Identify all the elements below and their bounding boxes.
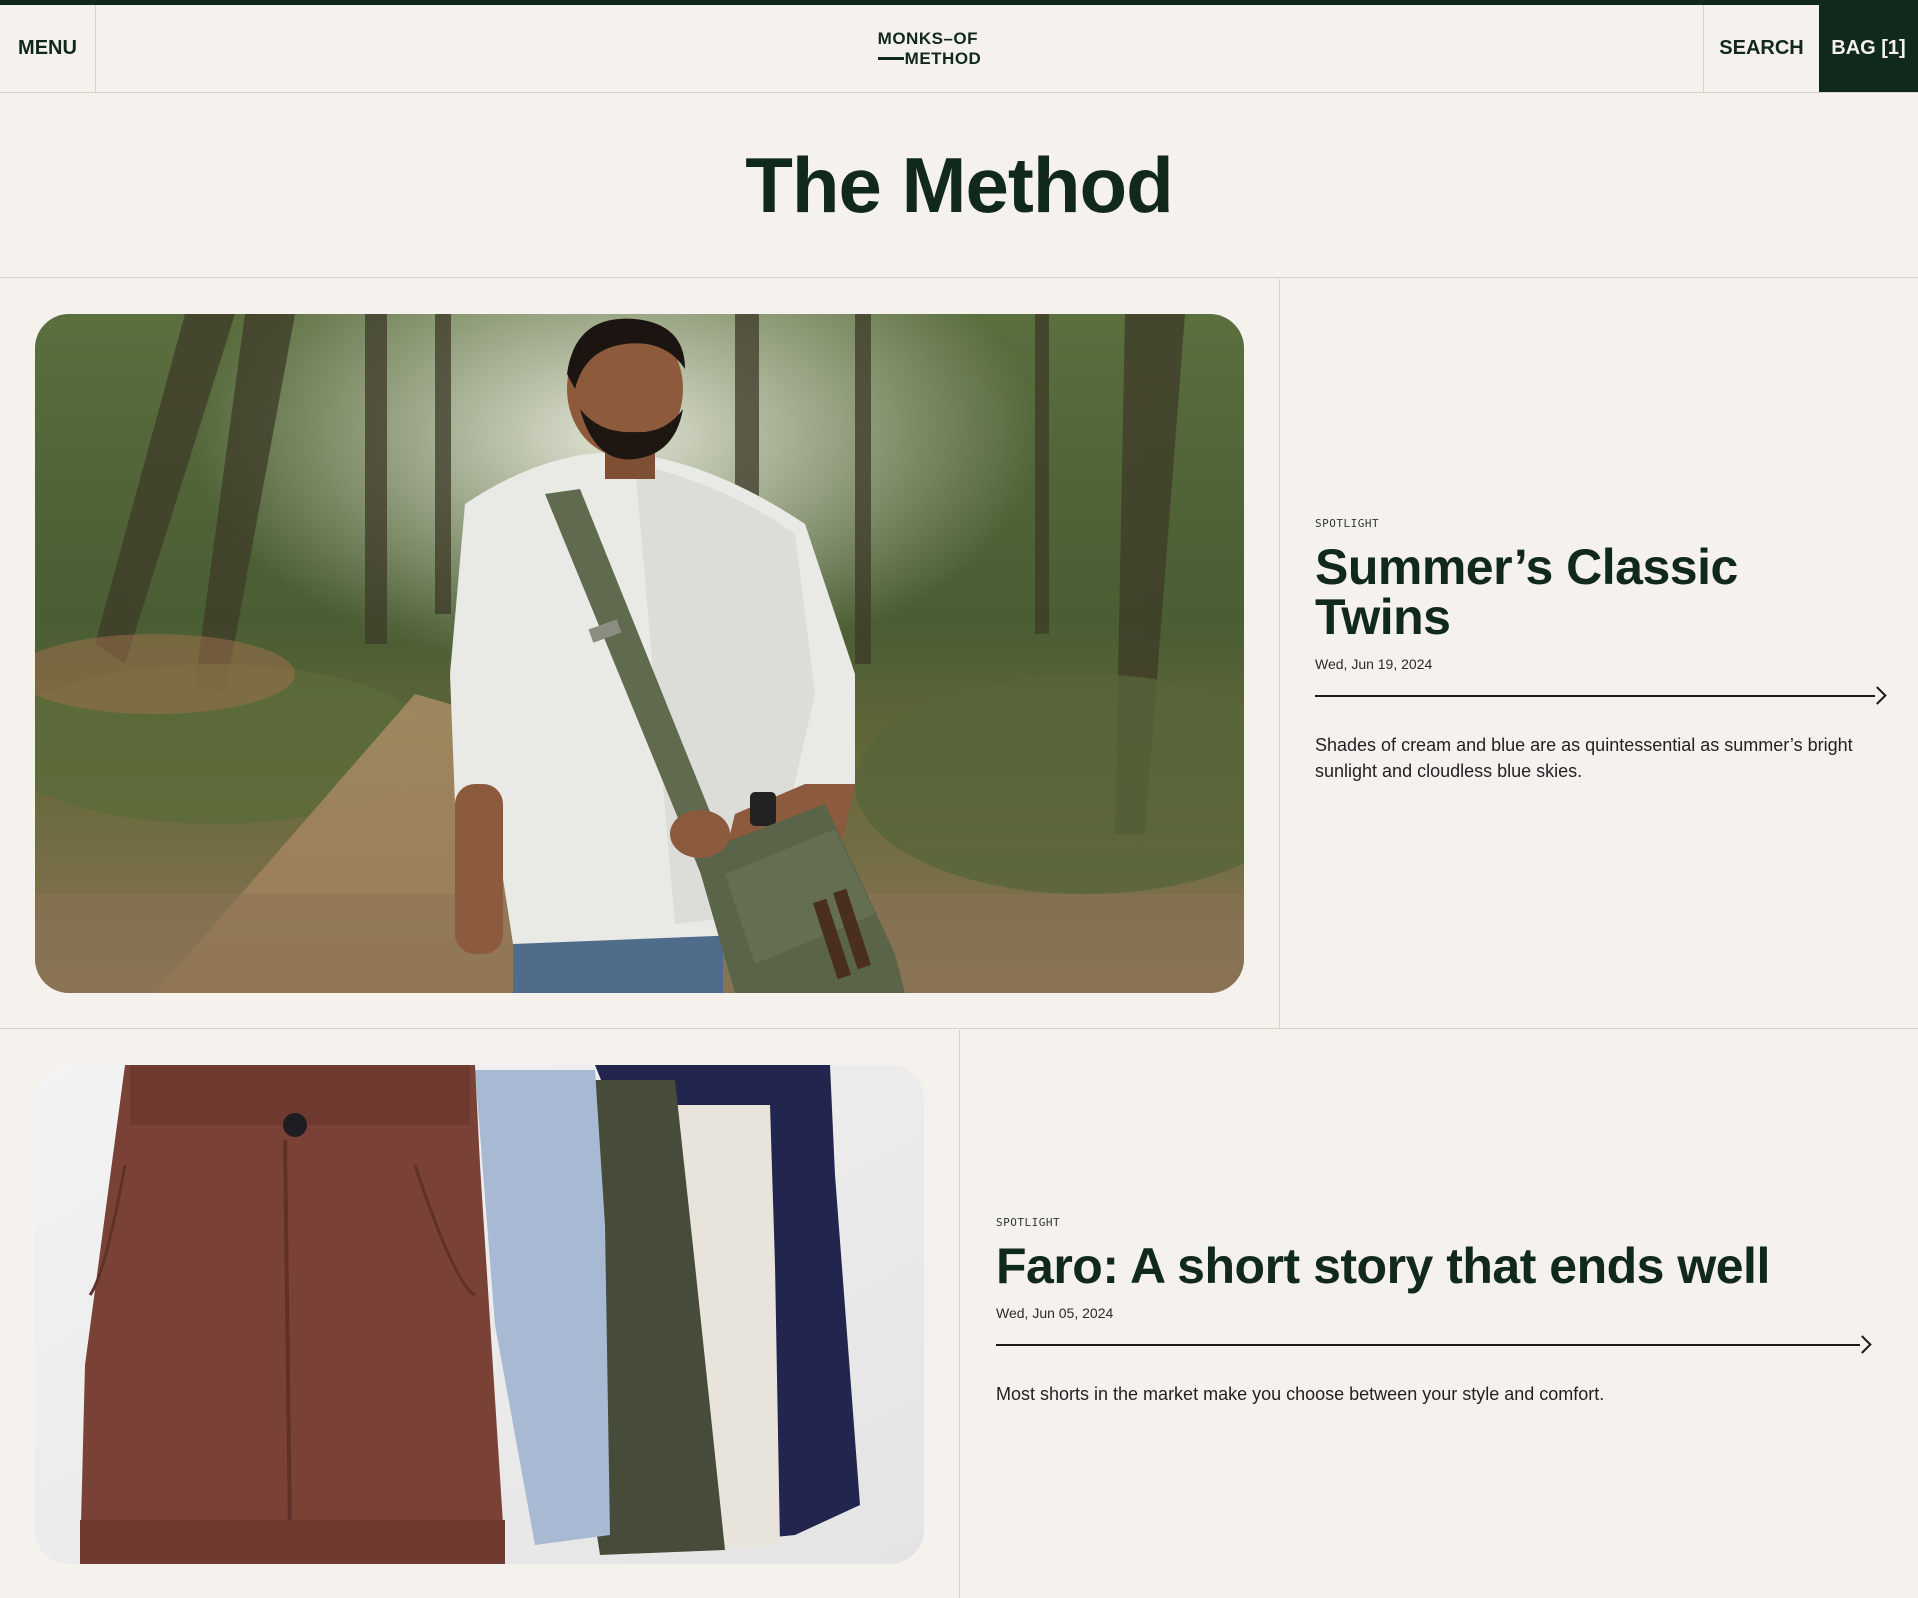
- logo-line-2-wrap: METHOD: [877, 48, 982, 69]
- search-button[interactable]: SEARCH: [1703, 5, 1819, 92]
- page-title-section: The Method: [0, 94, 1918, 278]
- arrow-head: [1868, 686, 1887, 705]
- arrow-shaft: [996, 1344, 1860, 1346]
- logo-line-1: MONKS–OF: [877, 28, 978, 48]
- article-headline[interactable]: Faro: A short story that ends well: [996, 1241, 1870, 1291]
- site-logo[interactable]: MONKS–OF METHOD: [877, 28, 982, 69]
- article-card-faro: SPOTLIGHT Faro: A short story that ends …: [0, 1030, 1918, 1598]
- article-date: Wed, Jun 19, 2024: [1315, 656, 1433, 672]
- article-card-summers-classic-twins: SPOTLIGHT Summer’s Classic Twins Wed, Ju…: [0, 279, 1918, 1029]
- column-divider: [1279, 279, 1280, 1029]
- arrow-right-icon[interactable]: [1315, 686, 1887, 706]
- article-excerpt: Shades of cream and blue are as quintess…: [1315, 735, 1853, 781]
- arrow-right-icon[interactable]: [996, 1335, 1872, 1355]
- article-image-man-in-forest[interactable]: [35, 314, 1244, 993]
- logo-line-2: METHOD: [904, 48, 982, 68]
- article-text: SPOTLIGHT Faro: A short story that ends …: [996, 1216, 1872, 1407]
- article-date: Wed, Jun 05, 2024: [996, 1305, 1114, 1321]
- article-excerpt: Most shorts in the market make you choos…: [996, 1384, 1605, 1404]
- article-headline[interactable]: Summer’s Classic Twins: [1315, 542, 1885, 642]
- menu-button[interactable]: MENU: [0, 5, 96, 92]
- site-header: MENU MONKS–OF METHOD SEARCH BAG [1]: [0, 5, 1918, 93]
- logo-container: MONKS–OF METHOD: [96, 5, 1703, 92]
- logo-dash: [877, 57, 904, 60]
- arrow-head: [1853, 1335, 1872, 1354]
- article-kicker: SPOTLIGHT: [1315, 517, 1380, 530]
- column-divider: [959, 1030, 960, 1598]
- page-title: The Method: [745, 141, 1174, 229]
- article-image-shorts-stack[interactable]: [35, 1065, 924, 1564]
- article-kicker: SPOTLIGHT: [996, 1216, 1061, 1229]
- arrow-shaft: [1315, 695, 1875, 697]
- article-text: SPOTLIGHT Summer’s Classic Twins Wed, Ju…: [1315, 517, 1887, 784]
- bag-button[interactable]: BAG [1]: [1819, 5, 1918, 92]
